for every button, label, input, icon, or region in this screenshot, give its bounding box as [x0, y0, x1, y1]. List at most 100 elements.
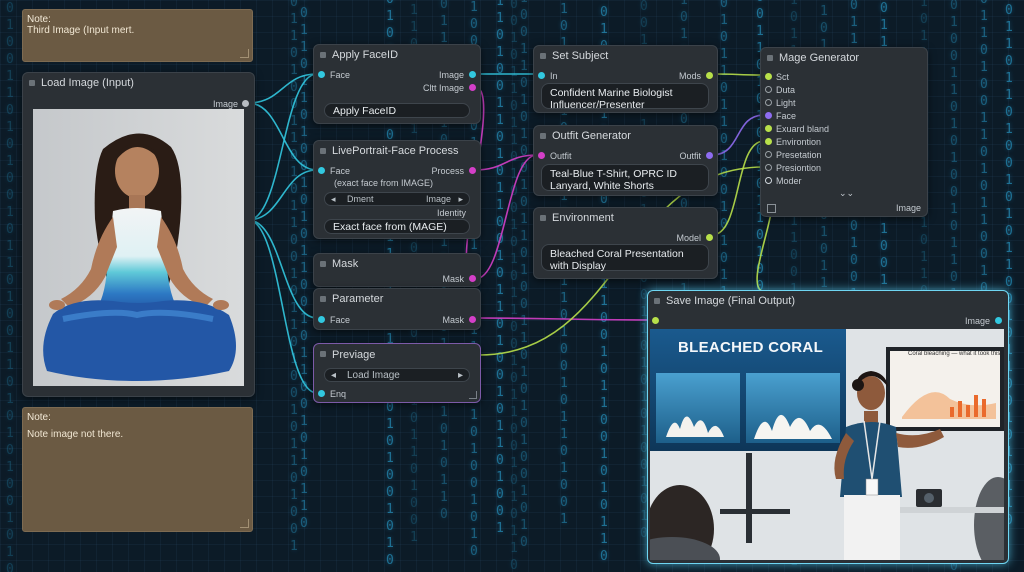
node-title: Apply FaceID	[314, 45, 480, 65]
identity-label: Identity	[436, 208, 466, 218]
input-face-label: Face	[330, 70, 351, 80]
wire	[247, 219, 318, 394]
output-image-port[interactable]	[995, 317, 1002, 324]
generator-input-port[interactable]	[765, 177, 772, 184]
input-face-port[interactable]	[318, 167, 325, 174]
generator-input-port[interactable]	[765, 164, 772, 171]
wire	[474, 317, 653, 321]
generator-input-port[interactable]	[765, 86, 772, 93]
chevron-right-icon[interactable]: ▸	[458, 193, 463, 206]
input-outfit-port[interactable]	[538, 152, 545, 159]
node-title: LivePortrait-Face Process	[314, 141, 480, 161]
node-parameter[interactable]: Parameter Face Mask	[313, 288, 481, 330]
subject-text-field[interactable]: Confident Marine Biologist Influencer/Pr…	[541, 83, 709, 111]
generator-input-port[interactable]	[765, 125, 772, 132]
note-bottom[interactable]: Note: Note image not there.	[22, 407, 253, 532]
checkbox[interactable]	[767, 204, 776, 213]
output-image-label: Image	[895, 203, 921, 213]
input-face-label: Face	[330, 315, 351, 325]
wire	[247, 169, 318, 221]
output-outfit-port[interactable]	[706, 152, 713, 159]
chevron-down-icon[interactable]: ⌄⌄	[839, 188, 854, 199]
node-title: Previage	[314, 344, 480, 364]
wire	[247, 73, 318, 221]
generator-input-port[interactable]	[765, 73, 772, 80]
generator-input-port[interactable]	[765, 151, 772, 158]
node-title: Mask	[314, 254, 480, 274]
generator-input-label: Light	[776, 98, 796, 108]
faceid-text-field[interactable]: Apply FaceID	[324, 103, 470, 118]
dment-selector[interactable]: ◂ Dment Image ▸	[324, 192, 470, 206]
input-photo	[33, 109, 244, 386]
generator-input-label: Sct	[776, 72, 790, 82]
liveportrait-text-field[interactable]: Exact face from (MAGE)	[324, 219, 470, 234]
environment-text-field[interactable]: Bleached Coral Presentation with Display	[541, 244, 709, 272]
output-cltt-label: Cltt Image	[422, 83, 464, 93]
resize-grip[interactable]	[240, 49, 249, 58]
generator-input-port[interactable]	[765, 138, 772, 145]
output-model-port[interactable]	[706, 234, 713, 241]
input-port[interactable]	[652, 317, 659, 324]
wire	[474, 154, 538, 280]
output-image-port[interactable]	[242, 100, 249, 107]
chevron-left-icon[interactable]: ◂	[331, 193, 336, 206]
wire	[711, 114, 765, 156]
load-image-selector[interactable]: ◂ Load Image ▸	[324, 368, 470, 382]
input-in-label: In	[550, 71, 558, 81]
output-model-label: Model	[676, 233, 701, 243]
chevron-right-icon[interactable]: ▸	[458, 369, 463, 382]
node-title: Parameter	[314, 289, 480, 309]
wire	[711, 73, 765, 76]
generator-input-label: Presiontion	[776, 163, 822, 173]
input-face-port[interactable]	[318, 316, 325, 323]
generator-input-port[interactable]	[765, 112, 772, 119]
input-outfit-label: Outfit	[550, 151, 572, 161]
generator-input-port[interactable]	[765, 99, 772, 106]
note-top[interactable]: Note: Third Image (Input mert.	[22, 9, 253, 62]
node-title: Set Subject	[534, 46, 717, 66]
wire	[711, 140, 765, 236]
node-save-image[interactable]: Save Image (Final Output) Image BLEACHED…	[647, 290, 1009, 564]
node-title: Outfit Generator	[534, 126, 717, 146]
node-title: Load Image (Input)	[23, 73, 254, 93]
output-cltt-port[interactable]	[469, 84, 476, 91]
note-text: Third Image (Input mert.	[27, 25, 135, 36]
output-mask-port[interactable]	[469, 316, 476, 323]
input-in-port[interactable]	[538, 72, 545, 79]
node-set-subject[interactable]: Set Subject In Mods Confident Marine Bio…	[533, 45, 718, 113]
node-subtitle: (exact face from IMAGE)	[334, 178, 434, 188]
output-process-port[interactable]	[469, 167, 476, 174]
generator-input-label: Moder	[776, 176, 802, 186]
note-text: Note image not there.	[27, 429, 124, 440]
output-image-label: Image	[964, 316, 990, 326]
output-mask-port[interactable]	[469, 275, 476, 282]
selector-left-value: Dment	[347, 194, 374, 204]
node-apply-faceid[interactable]: Apply FaceID Face Image Cltt Image Apply…	[313, 44, 481, 124]
node-environment[interactable]: Environment Model Bleached Coral Present…	[533, 207, 718, 279]
output-image-label: Image	[438, 70, 464, 80]
output-banner-text: BLEACHED CORAL	[678, 339, 824, 356]
output-screen-text: Coral bleaching — what it took this	[908, 351, 1001, 357]
chevron-left-icon[interactable]: ◂	[331, 369, 336, 382]
wire	[474, 154, 538, 171]
node-mask[interactable]: Mask Mask	[313, 253, 481, 287]
node-title: Mage Generator	[761, 48, 927, 68]
output-image-label: Image	[212, 99, 238, 109]
node-liveportrait[interactable]: LivePortrait-Face Process Face Process (…	[313, 140, 481, 239]
input-enq-port[interactable]	[318, 390, 325, 397]
node-previage[interactable]: Previage ◂ Load Image ▸ Enq	[313, 343, 481, 403]
node-title: Environment	[534, 208, 717, 228]
selector-value: Load Image	[347, 370, 400, 381]
resize-grip[interactable]	[240, 519, 249, 528]
outfit-text-field[interactable]: Teal-Blue T-Shirt, OPRC ID Lanyard, Whit…	[541, 164, 709, 192]
resize-grip[interactable]	[469, 391, 477, 399]
input-face-label: Face	[330, 166, 351, 176]
output-image-port[interactable]	[469, 71, 476, 78]
wire	[247, 102, 318, 171]
input-face-port[interactable]	[318, 71, 325, 78]
node-load-image[interactable]: Load Image (Input) Image	[22, 72, 255, 397]
selector-right-value: Image	[425, 194, 451, 204]
node-outfit-generator[interactable]: Outfit Generator Outfit Outfit Teal-Blue…	[533, 125, 718, 196]
node-mage-generator[interactable]: Mage Generator Sct Duta Light Face Exuard bl…	[760, 47, 928, 217]
output-mods-port[interactable]	[706, 72, 713, 79]
